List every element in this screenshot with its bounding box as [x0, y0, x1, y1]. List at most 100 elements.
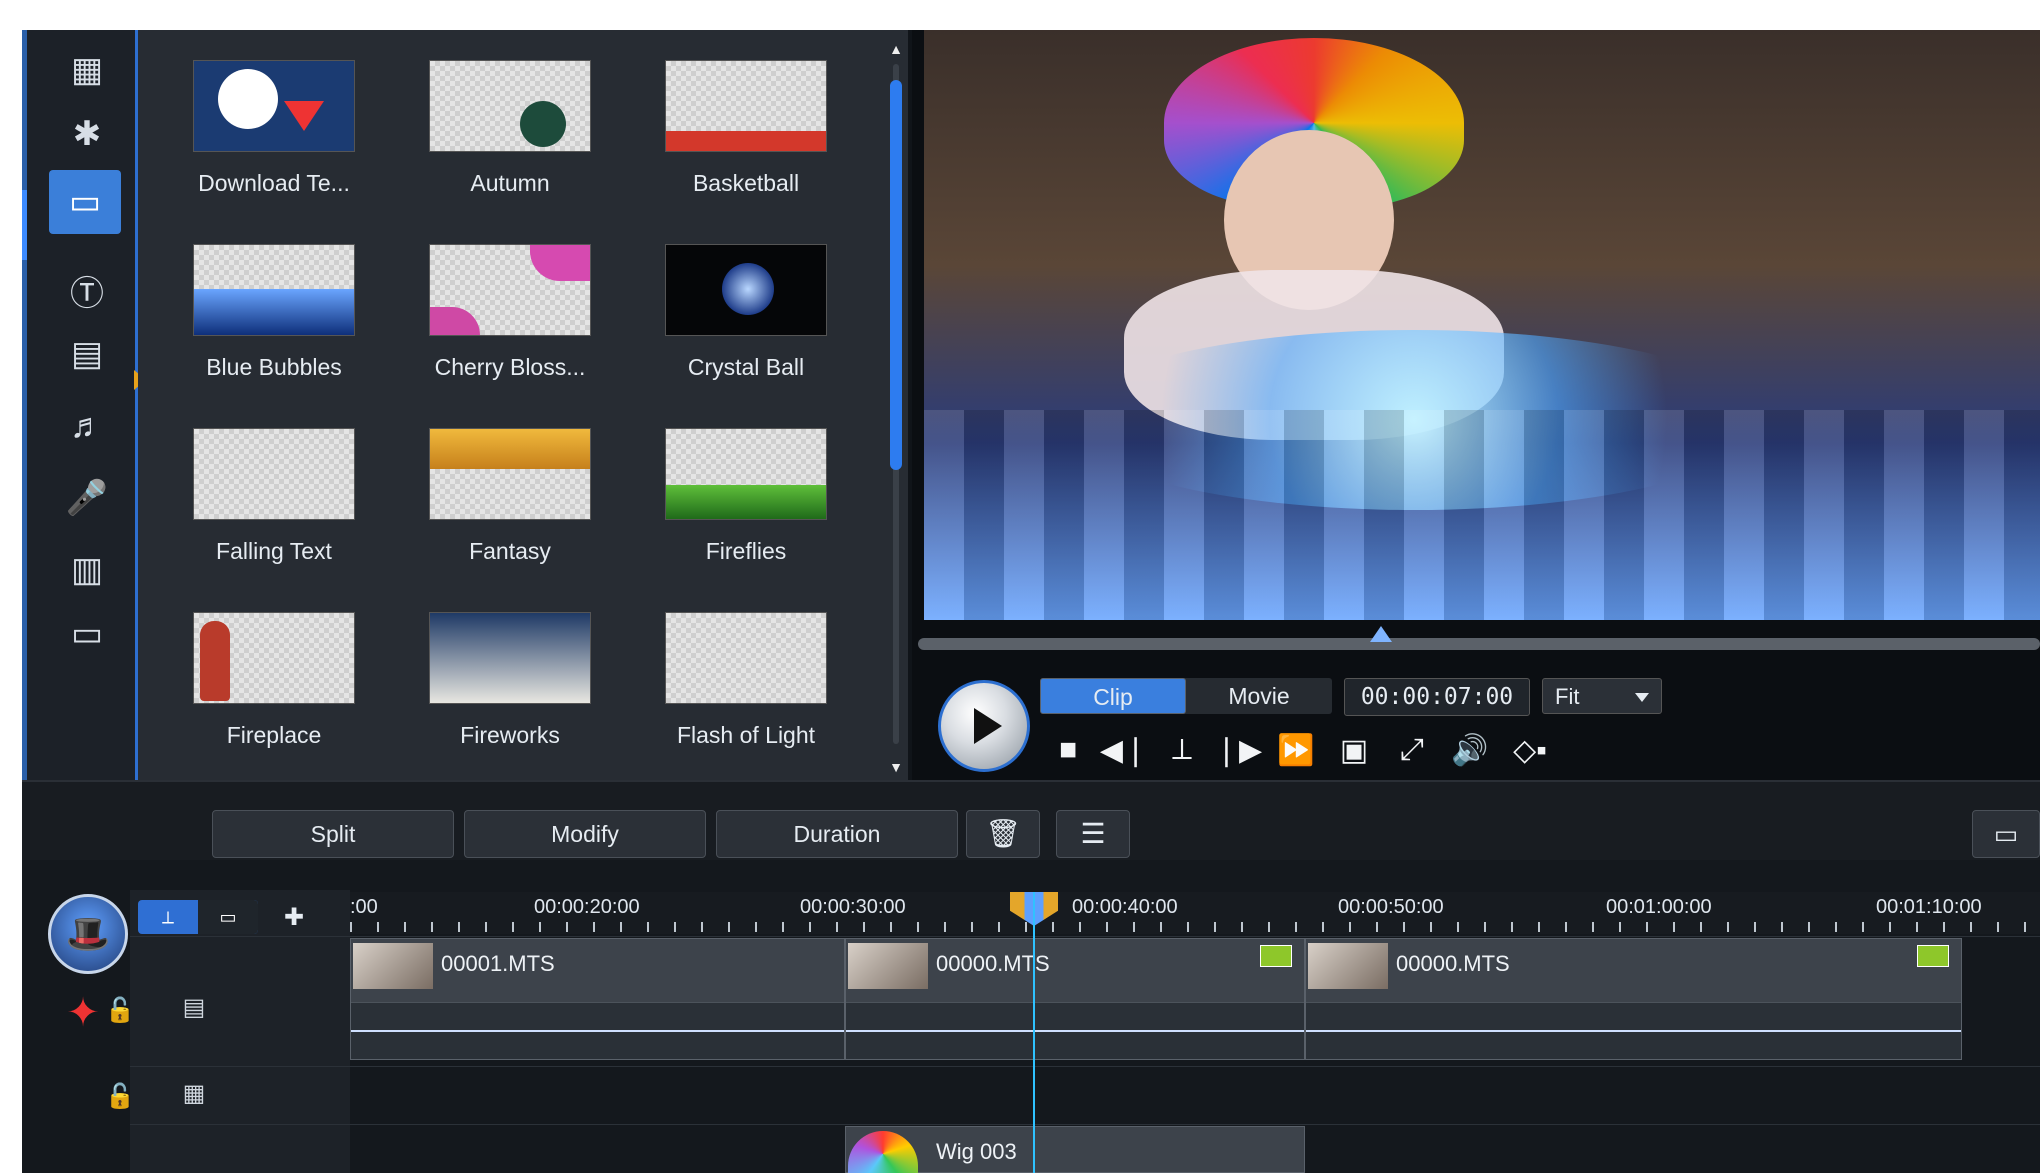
fireflies-thumbnail [665, 428, 827, 520]
clip-mode-button[interactable]: Clip [1040, 678, 1186, 714]
ruler-label: 00:00:20:00 [534, 896, 640, 918]
scroll-thumb[interactable] [890, 80, 902, 470]
ruler-ticks [350, 922, 2040, 932]
marker-button[interactable]: ◇▪ [1506, 730, 1554, 770]
split-button[interactable]: Split [212, 810, 454, 858]
clip-name: 00000.MTS [1396, 951, 1510, 976]
audio-level-line [1306, 1030, 1961, 1032]
scroll-up-icon[interactable]: ▲ [888, 40, 904, 58]
timeline-view-button[interactable]: ▭ [1972, 810, 2040, 858]
library-item[interactable]: Basketball [628, 60, 864, 244]
blue-bubbles-thumbnail [193, 244, 355, 336]
timeline-mode-toggle[interactable]: ⟂ ▭ [138, 900, 258, 934]
playhead-line[interactable] [1033, 892, 1035, 1173]
autumn-thumbnail [429, 60, 591, 152]
clip-movie-toggle[interactable]: Clip Movie [1040, 678, 1332, 714]
library-item-label: Fireflies [705, 538, 787, 564]
duration-button[interactable]: Duration [716, 810, 958, 858]
timecode-display[interactable]: 00:00:07:00 [1344, 678, 1530, 716]
clip-thumbnail [353, 943, 433, 989]
video-clip[interactable]: 00001.MTS [350, 938, 845, 1060]
chevron-down-icon [1635, 693, 1649, 702]
overlay-track-icon[interactable]: 1.▦ [162, 1168, 232, 1173]
video-clip[interactable]: 00000.MTS [845, 938, 1305, 1060]
library-item[interactable]: Fireflies [628, 428, 864, 612]
graphics-icon[interactable]: ▤ [61, 330, 113, 378]
subtitle-icon[interactable]: ▭ [61, 610, 113, 658]
aspect-ratio-icon: ▣ [1339, 733, 1369, 767]
library-item[interactable]: Blue Bubbles [156, 244, 392, 428]
storyboard-icon[interactable]: ▭ [198, 900, 258, 934]
library-item[interactable]: Flash of Light [628, 612, 864, 796]
video-clip[interactable]: 00000.MTS [1305, 938, 1962, 1060]
falling-text-thumbnail [193, 428, 355, 520]
ruler-label: 00:00:30:00 [800, 896, 906, 918]
library-item[interactable]: Fireworks [392, 612, 628, 796]
scroll-down-icon[interactable]: ▼ [888, 758, 904, 776]
fast-forward-icon: ⏩ [1277, 733, 1315, 767]
effects-track-icon[interactable]: ▦ [172, 1076, 216, 1110]
fantasy-thumbnail [429, 428, 591, 520]
fit-select-value: Fit [1555, 684, 1580, 709]
library-item[interactable]: Falling Text [156, 428, 392, 612]
library-item[interactable]: Autumn [392, 60, 628, 244]
instant-project-icon[interactable]: ▦ [61, 46, 113, 94]
lock-icon[interactable]: 🔓 [100, 1076, 140, 1116]
library-scrollbar[interactable]: ▲ ▼ [888, 40, 904, 780]
library-item-label: Cherry Bloss... [434, 354, 586, 380]
library-item[interactable]: Crystal Ball [628, 244, 864, 428]
previous-frame-icon: ◀❘ [1099, 733, 1149, 767]
wizard-hat-icon: 🎩 [65, 913, 111, 954]
library-item[interactable]: Fantasy [392, 428, 628, 612]
timeline-ruler-icon[interactable]: ⟂ [138, 900, 198, 934]
library-item-label: Fantasy [469, 538, 551, 564]
movie-mode-button[interactable]: Movie [1186, 678, 1332, 714]
add-track-icon[interactable]: ✚ [274, 900, 314, 934]
transitions-icon[interactable]: ✱ [61, 110, 113, 158]
enlarge-preview-button[interactable]: ⤢ [1388, 730, 1436, 770]
effects-track [130, 1066, 2040, 1125]
library-item-label: Falling Text [216, 538, 332, 564]
audio-icon[interactable]: ♬ [61, 402, 113, 450]
crystal-ball-thumbnail [665, 244, 827, 336]
fireworks-thumbnail [429, 612, 591, 704]
library-item[interactable]: Download Te... [156, 60, 392, 244]
stop-button[interactable]: ■ [1044, 730, 1092, 770]
scrubber-handle[interactable] [1370, 626, 1392, 642]
lock-icon[interactable]: 🔓 [100, 990, 140, 1030]
library-item-label: Fireplace [226, 722, 322, 748]
enlarge-icon: ⤢ [1400, 733, 1424, 766]
preview-scrubber[interactable] [918, 626, 2040, 650]
magic-movie-wizard-button[interactable]: 🎩 [48, 894, 128, 974]
overlay-clip[interactable]: Wig 003 [845, 1126, 1305, 1173]
library-item-label: Crystal Ball [687, 354, 805, 380]
previous-frame-button[interactable]: ◀❘ [1100, 730, 1148, 770]
clip-audio-waveform [1306, 1002, 1961, 1059]
library-item[interactable]: Cherry Bloss... [392, 244, 628, 428]
library-grid: Download Te... Autumn Basketball Blue Bu… [156, 60, 856, 796]
filter-icon[interactable]: ▥ [61, 546, 113, 594]
library-item[interactable]: Fireplace [156, 612, 392, 796]
fit-select[interactable]: Fit [1542, 678, 1662, 714]
clip-thumbnail [848, 943, 928, 989]
trash-icon: 🗑 [985, 818, 1021, 849]
record-voice-icon[interactable]: 🎤 [61, 474, 113, 522]
delete-button[interactable]: 🗑 [966, 810, 1040, 858]
marker-icon: ◇▪ [1513, 733, 1547, 767]
media-library-icon[interactable]: ▭ [49, 170, 121, 234]
time-ruler[interactable]: :00 00:00:20:00 00:00:30:00 00:00:40:00 … [350, 892, 2040, 934]
trim-button[interactable]: ⟂ [1158, 730, 1206, 770]
video-track-icon[interactable]: ▤ [172, 990, 216, 1024]
aspect-ratio-button[interactable]: ▣ [1330, 730, 1378, 770]
play-button[interactable] [938, 680, 1030, 772]
title-icon[interactable]: Ⓣ [61, 266, 113, 314]
edit-list-button[interactable]: ☰ [1056, 810, 1130, 858]
download-templates-thumbnail [193, 60, 355, 152]
magic-wand-icon: ✦ [66, 991, 100, 1035]
modify-button[interactable]: Modify [464, 810, 706, 858]
next-frame-button[interactable]: ❘▶ [1214, 730, 1262, 770]
video-preview-frame [924, 30, 2040, 620]
lock-icon[interactable]: 🔓 [100, 1168, 140, 1173]
fast-forward-button[interactable]: ⏩ [1272, 730, 1320, 770]
volume-button[interactable]: 🔊 [1446, 730, 1494, 770]
